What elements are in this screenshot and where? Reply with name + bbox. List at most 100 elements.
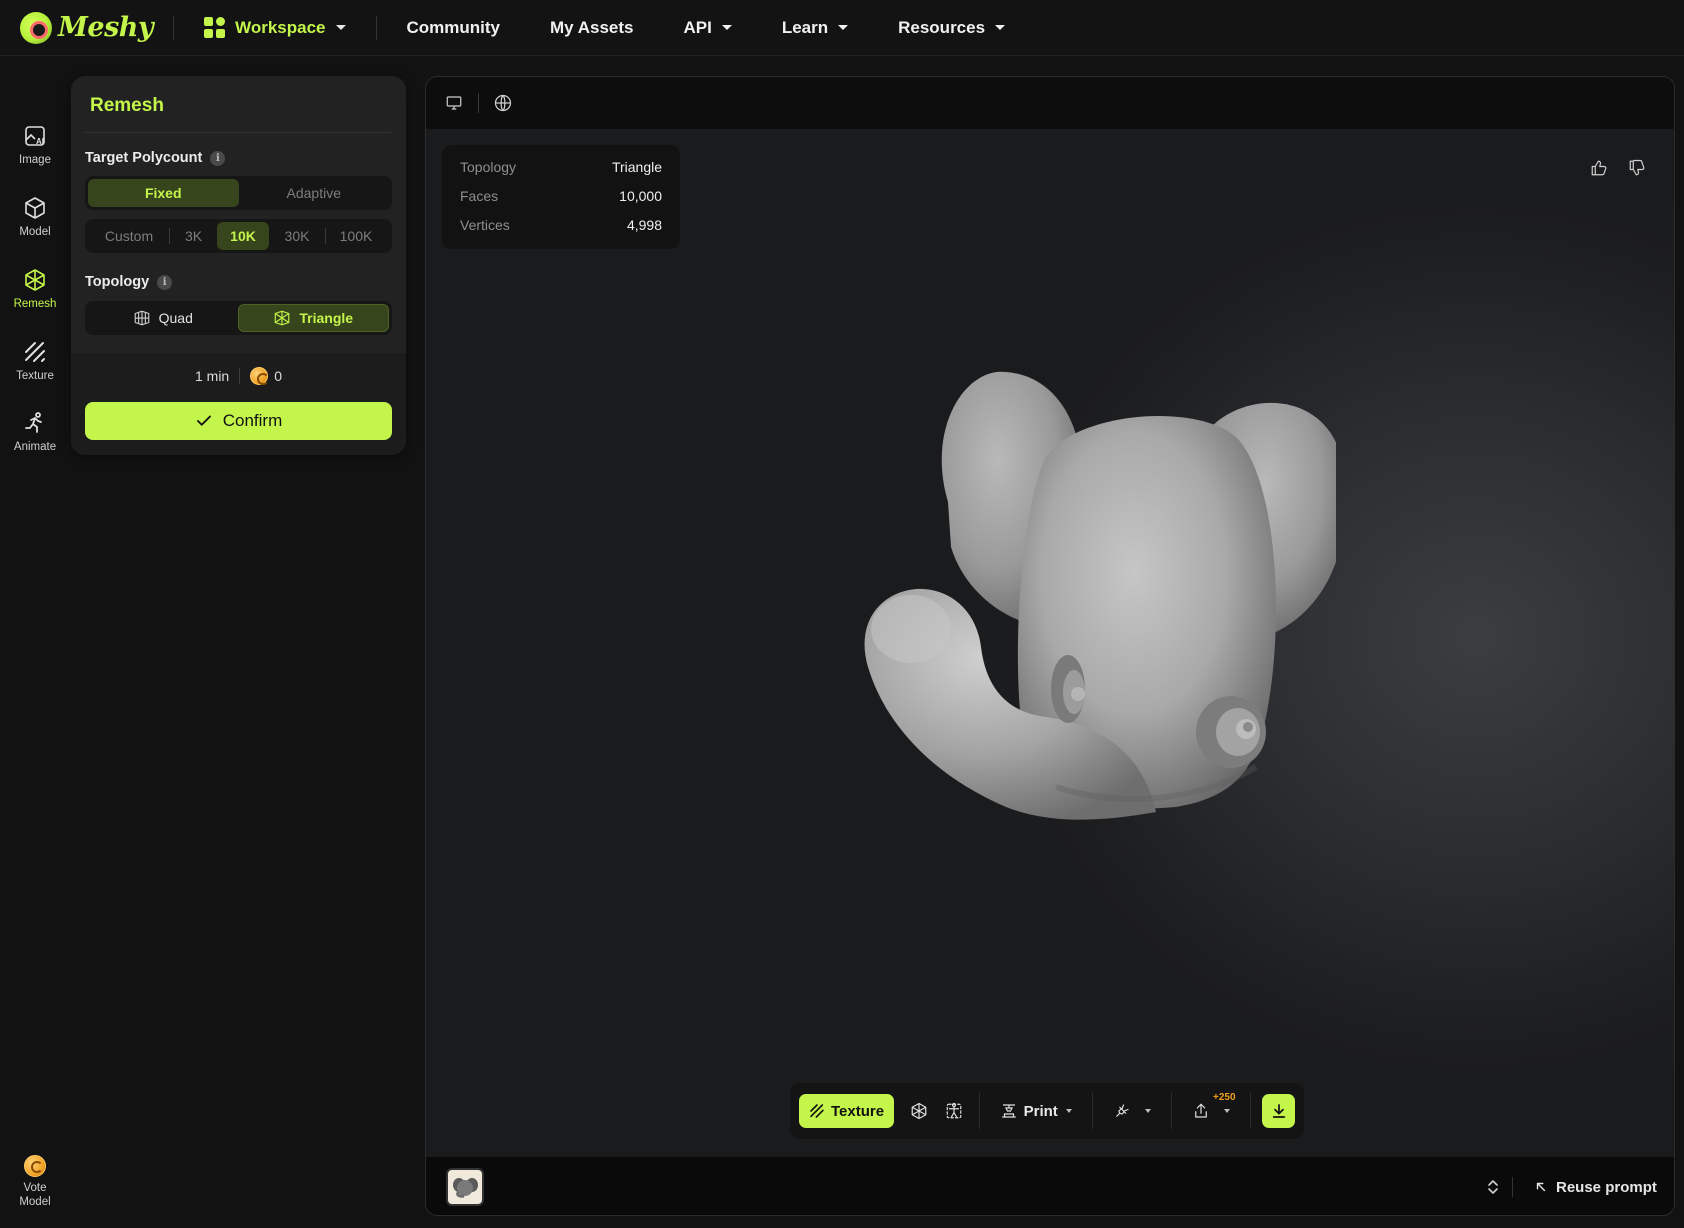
arrow-up-left-icon (1536, 1182, 1546, 1192)
rail-item-remesh[interactable]: Remesh (0, 268, 70, 328)
chevron-down-icon (838, 25, 849, 30)
polycount-10k-button[interactable]: 10K (217, 222, 269, 250)
nav-workspace[interactable]: Workspace (204, 0, 346, 56)
nav-resources[interactable]: Resources (898, 0, 1006, 56)
share-reward-badge: +250 (1212, 1092, 1236, 1103)
elephant-3d-model[interactable] (816, 367, 1346, 872)
topology-quad-button[interactable]: Quad (88, 304, 238, 332)
thumbs-down-icon[interactable] (1626, 157, 1648, 179)
check-icon (196, 415, 211, 426)
share-icon (1194, 1103, 1207, 1118)
mesh-stats-card: Topology Triangle Faces 10,000 Vertices … (442, 145, 680, 249)
polycount-mode-toggle: Fixed Adaptive (85, 176, 392, 210)
download-icon (1272, 1104, 1285, 1118)
nav-api-label: API (683, 17, 712, 37)
vote-label-line1: Vote (23, 1182, 47, 1194)
remesh-tool-button[interactable] (902, 1094, 936, 1128)
rail-item-image[interactable]: AI Image (0, 124, 70, 184)
nav-divider (375, 15, 377, 40)
elephant-thumbnail-image (453, 1178, 478, 1198)
stat-row-topology: Topology Triangle (460, 159, 662, 188)
texture-icon (810, 1104, 824, 1118)
viewer-bottom-bar: Reuse prompt (426, 1157, 1674, 1215)
confirm-label: Confirm (222, 411, 283, 430)
triangle-mesh-icon (275, 310, 290, 326)
remesh-icon (911, 1102, 927, 1120)
plugin-dropdown[interactable] (1101, 1094, 1163, 1128)
monitor-icon[interactable] (442, 91, 466, 115)
nav-community[interactable]: Community (407, 0, 501, 56)
nav-my-assets[interactable]: My Assets (550, 0, 633, 56)
nav-workspace-label: Workspace (235, 17, 326, 37)
rig-tool-button[interactable] (936, 1094, 970, 1128)
time-estimate: 1 min (194, 368, 230, 384)
download-button[interactable] (1262, 1094, 1295, 1128)
globe-icon[interactable] (491, 91, 515, 115)
brand-name: Meshy (58, 12, 154, 43)
chevron-down-icon (335, 25, 346, 30)
model-thumbnail[interactable] (446, 1168, 484, 1206)
stat-value: 10,000 (619, 188, 662, 204)
remesh-panel: Remesh Target Polycount i Fixed Adaptive… (71, 76, 406, 455)
triangle-label: Triangle (299, 310, 354, 326)
mode-fixed-button[interactable]: Fixed (88, 179, 239, 207)
rail-item-model[interactable]: Model (0, 196, 70, 256)
polycount-custom-button[interactable]: Custom (89, 222, 169, 250)
credit-coin-icon (250, 367, 270, 385)
nav-api[interactable]: API (683, 0, 732, 56)
reuse-prompt-label: Reuse prompt (1556, 1178, 1657, 1196)
mode-adaptive-button[interactable]: Adaptive (239, 179, 390, 207)
svg-text:AI: AI (36, 137, 44, 146)
topology-toggle: Quad Triangle (85, 301, 392, 335)
viewer-action-toolbar: Texture Print +250 (790, 1083, 1304, 1139)
nav-resources-label: Resources (898, 17, 986, 37)
cube-icon (25, 197, 45, 219)
meshy-logo[interactable]: Meshy (20, 0, 154, 56)
rail-item-label: Image (19, 154, 51, 166)
panel-divider (85, 132, 391, 133)
confirm-button[interactable]: Confirm (85, 402, 392, 440)
topology-triangle-button[interactable]: Triangle (237, 304, 389, 332)
quad-label: Quad (158, 310, 193, 326)
rail-item-texture[interactable]: Texture (0, 340, 70, 400)
toolbar-divider (1249, 1093, 1251, 1129)
cost-divider (239, 368, 241, 384)
stat-value: 4,998 (626, 217, 662, 233)
cost-estimate: 1 min 0 (71, 367, 406, 385)
print-label: Print (1023, 1102, 1058, 1120)
rail-item-animate[interactable]: Animate (0, 411, 70, 471)
info-icon[interactable]: i (210, 150, 226, 166)
model-viewer[interactable]: Topology Triangle Faces 10,000 Vertices … (425, 76, 1675, 1216)
reuse-prompt-button[interactable]: Reuse prompt (1534, 1175, 1657, 1199)
thumbs-up-icon[interactable] (1588, 157, 1610, 179)
texture-button[interactable]: Texture (799, 1094, 895, 1128)
nav-my-assets-label: My Assets (550, 17, 634, 37)
chevron-down-icon (721, 25, 732, 30)
print-dropdown[interactable]: Print (988, 1094, 1084, 1128)
vote-coin-icon (24, 1155, 46, 1177)
polycount-30k-button[interactable]: 30K (269, 222, 325, 250)
stat-key: Faces (460, 188, 499, 204)
panel-title: Remesh (90, 95, 164, 116)
topology-text: Topology (85, 274, 150, 290)
topology-label: Topology i (85, 274, 173, 290)
expand-collapse-icon[interactable] (1482, 1175, 1504, 1199)
stat-row-faces: Faces 10,000 (460, 188, 662, 217)
target-polycount-text: Target Polycount (85, 150, 203, 166)
info-icon[interactable]: i (157, 274, 173, 290)
stat-value: Triangle (611, 159, 662, 175)
vote-model-button[interactable]: Vote Model (0, 1155, 70, 1225)
rail-item-label: Model (19, 226, 51, 238)
3d-printer-icon (1001, 1104, 1016, 1118)
running-figure-icon (25, 412, 42, 433)
viewer-divider (478, 93, 479, 113)
polycount-100k-button[interactable]: 100K (326, 222, 386, 250)
nav-learn[interactable]: Learn (782, 0, 849, 56)
share-dropdown[interactable]: +250 (1180, 1092, 1242, 1128)
rail-item-label: Remesh (13, 298, 57, 310)
polycount-3k-button[interactable]: 3K (170, 222, 217, 250)
toolbar-divider (1170, 1093, 1172, 1129)
toolbar-divider (978, 1093, 980, 1129)
stat-key: Vertices (460, 217, 510, 233)
chevron-down-icon (1065, 1109, 1072, 1113)
